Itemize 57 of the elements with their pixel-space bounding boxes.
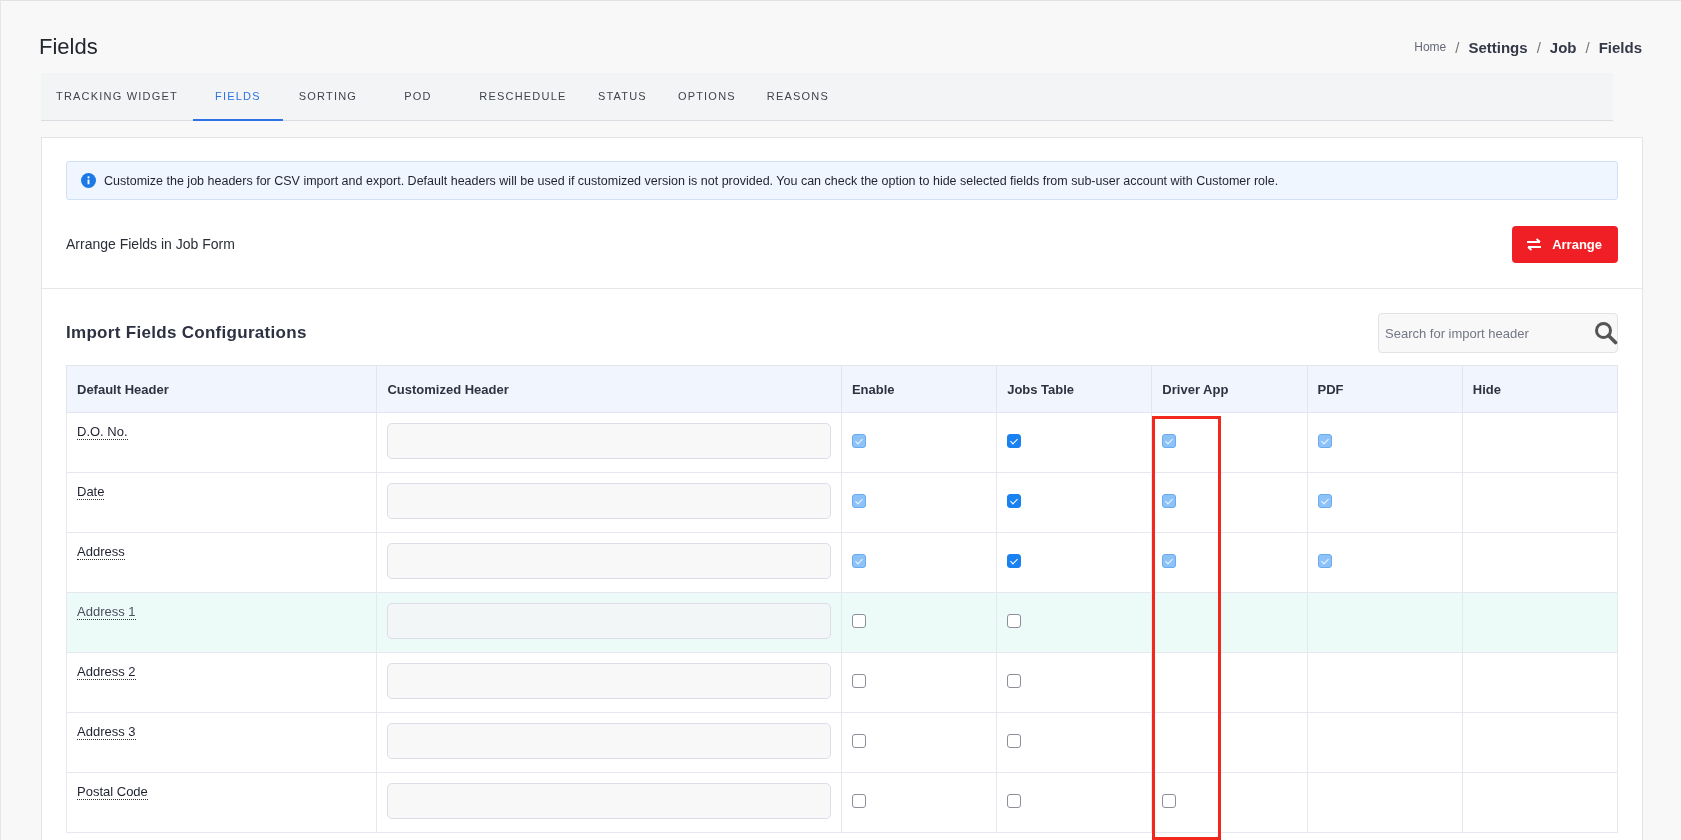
checkbox[interactable] <box>851 614 866 628</box>
column-header: Enable <box>841 365 997 413</box>
tab[interactable]: TRACKING WIDGET <box>41 73 193 121</box>
checkbox[interactable] <box>1007 794 1022 808</box>
breadcrumb-link[interactable]: Settings <box>1468 38 1528 56</box>
arrange-button[interactable]: Arrange <box>1512 225 1618 263</box>
checkbox[interactable] <box>1007 494 1022 508</box>
column-header: PDF <box>1307 365 1463 413</box>
breadcrumb-link[interactable]: Fields <box>1598 38 1642 56</box>
checkbox[interactable] <box>1007 734 1022 748</box>
column-header: Hide <box>1462 365 1618 413</box>
checkbox[interactable] <box>1007 554 1022 568</box>
field-name: Date <box>77 485 105 500</box>
tab[interactable]: RESCHEDULE <box>462 73 583 121</box>
section-title: Import Fields Configurations <box>66 323 307 343</box>
checkbox[interactable] <box>851 674 866 688</box>
column-header: Driver App <box>1151 365 1308 413</box>
search-icon <box>1594 321 1618 345</box>
field-name: D.O. No. <box>77 425 128 440</box>
tab[interactable]: SORTING <box>282 73 373 121</box>
info-message: Customize the job headers for CSV import and export. Default headers will be used if customized version is not provided. You can check the option to hide selected fields from sub-user account with Customer role. <box>104 173 1279 188</box>
field-name: Address <box>77 545 125 560</box>
field-name: Address 2 <box>77 665 136 680</box>
input-field[interactable] <box>387 483 831 519</box>
checkbox[interactable] <box>1007 614 1022 628</box>
input-field[interactable] <box>387 783 831 819</box>
field-name: Address 3 <box>77 725 136 740</box>
field-name: Postal Code <box>77 785 148 800</box>
breadcrumb-link[interactable]: Job <box>1549 38 1577 56</box>
search-field[interactable]: Search for import header <box>1378 313 1618 353</box>
column-header: Jobs Table <box>996 365 1152 413</box>
tab[interactable]: FIELDS <box>192 73 283 121</box>
tab[interactable]: REASONS <box>751 73 845 121</box>
checkbox[interactable] <box>1162 794 1177 808</box>
breadcrumb-separator: / <box>1536 38 1541 56</box>
input-field[interactable] <box>387 423 831 459</box>
input-field[interactable] <box>387 723 831 759</box>
breadcrumb-link[interactable]: Home <box>1414 40 1447 54</box>
input-field[interactable] <box>387 603 831 639</box>
checkbox[interactable] <box>1007 434 1022 448</box>
tab[interactable]: OPTIONS <box>661 73 752 121</box>
tab[interactable]: POD <box>372 73 463 121</box>
arrange-label: Arrange Fields in Job Form <box>66 236 235 252</box>
swap-arrows-icon <box>1526 237 1543 251</box>
field-name: Address 1 <box>77 605 136 620</box>
info-icon <box>81 173 96 188</box>
column-header: Default Header <box>66 365 377 413</box>
page-title: Fields <box>39 34 98 60</box>
breadcrumb-separator: / <box>1585 38 1590 56</box>
checkbox[interactable] <box>1007 674 1022 688</box>
input-field[interactable] <box>387 543 831 579</box>
checkbox[interactable] <box>851 794 866 808</box>
input-field[interactable] <box>387 663 831 699</box>
column-header: Customized Header <box>376 365 842 413</box>
tab[interactable]: STATUS <box>582 73 662 121</box>
breadcrumb-separator: / <box>1455 38 1460 56</box>
checkbox[interactable] <box>851 734 866 748</box>
